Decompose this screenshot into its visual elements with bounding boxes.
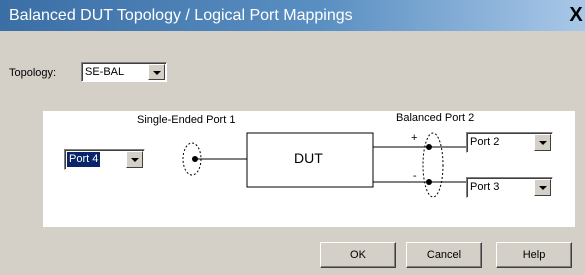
topology-dropdown-button[interactable]: [148, 64, 165, 80]
balanced-minus-port-value: Port 3: [470, 181, 500, 193]
cancel-button[interactable]: Cancel: [406, 242, 482, 268]
single-ended-port-label: Single-Ended Port 1: [137, 114, 236, 126]
dut-label: DUT: [294, 150, 323, 166]
window-title: Balanced DUT Topology / Logical Port Map…: [9, 7, 353, 24]
chevron-down-icon: [539, 186, 547, 190]
close-icon[interactable]: X: [567, 3, 585, 28]
single-ended-port-dropdown-button[interactable]: [126, 151, 143, 168]
balanced-plus-port-select[interactable]: Port 2: [466, 132, 553, 153]
balanced-port-label: Balanced Port 2: [396, 112, 475, 124]
balanced-minus-port-select[interactable]: Port 3: [466, 177, 553, 198]
title-bar: Balanced DUT Topology / Logical Port Map…: [0, 0, 585, 31]
plus-sign: +: [411, 132, 418, 144]
single-ended-port-select[interactable]: Port 4: [64, 149, 145, 170]
topology-label: Topology:: [9, 67, 57, 79]
balanced-plus-port-dropdown-button[interactable]: [534, 134, 551, 151]
chevron-down-icon: [131, 158, 139, 162]
balanced-port-ellipse: [422, 132, 444, 198]
chevron-down-icon: [539, 141, 547, 145]
topology-value: SE-BAL: [85, 66, 125, 78]
balanced-minus-port-dropdown-button[interactable]: [534, 179, 551, 196]
minus-sign: -: [413, 170, 417, 182]
help-button[interactable]: Help: [496, 242, 572, 268]
topology-select[interactable]: SE-BAL: [81, 62, 167, 82]
chevron-down-icon: [153, 71, 161, 75]
ok-button[interactable]: OK: [320, 242, 396, 268]
single-ended-port-value: Port 4: [67, 152, 101, 167]
balanced-plus-port-value: Port 2: [470, 136, 500, 148]
